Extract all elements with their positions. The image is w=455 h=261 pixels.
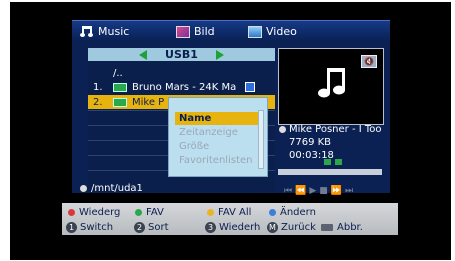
track-title: Mike Posner - I Too — [289, 124, 382, 135]
list-item-name: Mike P — [132, 96, 165, 108]
video-icon — [248, 25, 262, 38]
arrow-left-icon[interactable] — [139, 49, 148, 60]
menu-scrollbar[interactable] — [258, 110, 264, 169]
fast-forward-icon[interactable]: ⏩ — [331, 186, 345, 196]
list-item-name: Bruno Mars - 24K Ma — [132, 81, 237, 93]
media-tab-bar: Music Bild Video — [72, 20, 390, 42]
menu-item-zeitanzeige[interactable]: Zeitanzeige — [175, 126, 259, 139]
mute-icon[interactable]: 🔇 — [361, 55, 377, 68]
hint-label: Switch — [80, 221, 114, 233]
album-art-preview: 🔇 — [278, 48, 384, 125]
source-label: USB1 — [165, 48, 198, 61]
source-selector[interactable]: USB1 — [88, 48, 275, 61]
list-item-number: 2. — [93, 96, 103, 108]
list-item-name: /.. — [113, 67, 123, 79]
tab-video-label: Video — [266, 25, 297, 38]
key-m-icon: M — [267, 221, 278, 233]
tab-bild[interactable]: Bild — [176, 22, 215, 41]
hint-label: Ändern — [280, 206, 316, 218]
hint-label: Abbr. — [337, 221, 363, 233]
stop-icon[interactable]: ■ — [319, 186, 331, 196]
red-button-icon — [68, 208, 75, 216]
tab-music-label: Music — [98, 25, 130, 38]
next-icon[interactable]: ⏭ — [345, 186, 356, 196]
track-size: 7769 KB — [289, 137, 332, 148]
folder-icon — [335, 159, 342, 165]
list-item[interactable]: 1. Bruno Mars - 24K Ma — [88, 80, 275, 94]
hint-cancel[interactable]: Abbr. — [321, 220, 363, 234]
hint-repeat[interactable]: 3 Wiederh — [205, 220, 260, 234]
hint-label: Wiederh — [219, 221, 261, 233]
hint-switch[interactable]: 1 Switch — [66, 220, 113, 234]
music-file-icon — [113, 97, 127, 107]
hint-yellow[interactable]: FAV All — [207, 205, 251, 219]
bullet-icon — [279, 126, 286, 133]
path-label: /mnt/uda1 — [91, 183, 143, 194]
green-button-icon — [135, 208, 142, 216]
key-3-icon: 3 — [205, 221, 216, 233]
play-icon[interactable]: ▶ — [309, 186, 319, 196]
bullet-icon — [80, 185, 87, 192]
hint-back[interactable]: M Zurück — [267, 220, 316, 234]
yellow-button-icon — [207, 208, 214, 216]
menu-item-favoritenlisten[interactable]: Favoritenlisten — [175, 154, 259, 167]
hint-label: FAV — [146, 206, 164, 218]
hint-label: Sort — [148, 221, 169, 233]
music-note-icon — [80, 25, 94, 38]
track-title-line: Mike Posner - I Too — [279, 123, 383, 136]
hint-blue[interactable]: Ändern — [269, 205, 316, 219]
playback-progress-bar — [278, 169, 382, 175]
hint-green[interactable]: FAV — [135, 205, 164, 219]
menu-item-name[interactable]: Name — [175, 112, 259, 125]
menu-item-groesse[interactable]: Größe — [175, 140, 259, 153]
current-path: /mnt/uda1 — [80, 183, 143, 194]
rewind-icon[interactable]: ⏪ — [295, 186, 309, 196]
list-item-number: 1. — [93, 81, 103, 93]
tab-video[interactable]: Video — [248, 22, 297, 41]
previous-icon[interactable]: ⏮ — [284, 186, 295, 196]
hint-label: FAV All — [218, 206, 252, 218]
help-bar: Wiederg FAV FAV All Ändern 1 Switch 2 So… — [62, 203, 398, 235]
key-1-icon: 1 — [66, 221, 77, 233]
tab-music[interactable]: Music — [80, 22, 129, 41]
picture-icon — [176, 25, 190, 38]
blue-button-icon — [269, 208, 276, 216]
checkbox-icon[interactable] — [245, 82, 255, 92]
hint-label: Zurück — [281, 221, 316, 233]
hint-sort[interactable]: 2 Sort — [134, 220, 169, 234]
transport-controls: ⏮⏪▶■⏩⏭ — [284, 186, 356, 196]
hint-red[interactable]: Wiederg — [68, 205, 120, 219]
list-item-parent[interactable]: /.. — [88, 66, 275, 80]
repeat-icon — [324, 159, 331, 165]
status-icons — [324, 159, 342, 165]
track-info: Mike Posner - I Too 7769 KB 00:03:18 — [279, 123, 383, 162]
hint-label: Wiederg — [79, 206, 121, 218]
music-file-icon — [113, 82, 127, 92]
sort-context-menu: Name Zeitanzeige Größe Favoritenlisten — [168, 97, 268, 177]
exit-key-icon — [321, 223, 333, 231]
tab-bild-label: Bild — [194, 25, 215, 38]
key-2-icon: 2 — [134, 221, 145, 233]
arrow-right-icon[interactable] — [215, 49, 224, 60]
music-note-icon — [318, 68, 345, 98]
